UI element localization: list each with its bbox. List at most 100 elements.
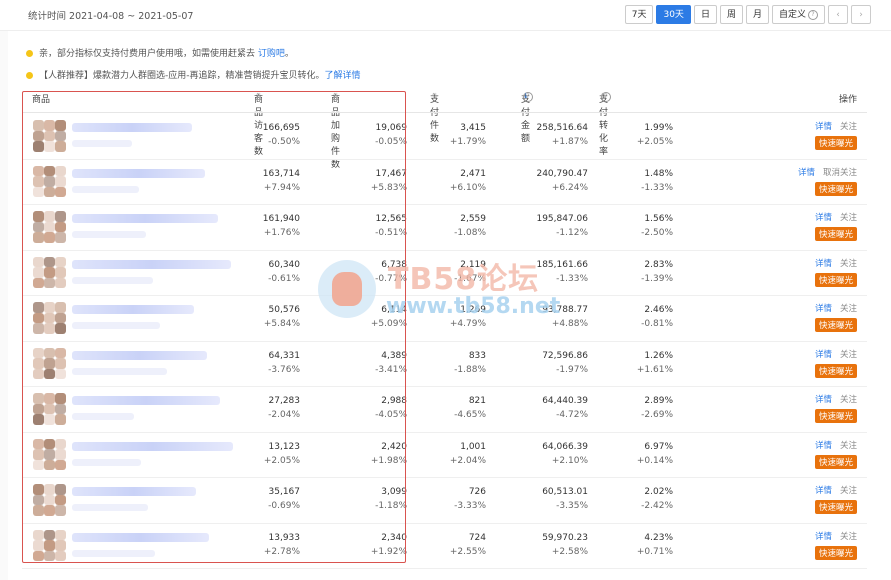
fast-exposure-button[interactable]: 快速曝光 bbox=[814, 454, 857, 469]
carts-cell-change: -4.05% bbox=[375, 410, 407, 420]
product-title-blurred[interactable] bbox=[72, 532, 209, 542]
range-custom-button[interactable]: 自定义? bbox=[771, 5, 825, 24]
fast-exposure-button[interactable]: 快速曝光 bbox=[814, 363, 857, 378]
carts-cell: 3,099 -1.18% bbox=[375, 487, 407, 511]
fast-exposure-button[interactable]: 快速曝光 bbox=[814, 318, 857, 332]
product-title-blurred[interactable] bbox=[72, 214, 218, 223]
next-arrow-icon[interactable]: › bbox=[851, 5, 871, 24]
notice-crowd: 【人群推荐】爆款潜力人群圈选-应用-再追踪，精准营销提升宝贝转化。了解详情 bbox=[26, 68, 361, 81]
product-thumbnail[interactable] bbox=[33, 438, 67, 471]
follow-link[interactable]: 关注 bbox=[840, 350, 857, 360]
product-thumbnail[interactable] bbox=[33, 211, 67, 243]
carts-cell-value: 2,420 bbox=[381, 441, 407, 452]
fast-exposure-button[interactable]: 快速曝光 bbox=[814, 272, 857, 287]
follow-link[interactable]: 取消关注 bbox=[823, 168, 857, 178]
product-thumbnail[interactable] bbox=[33, 529, 67, 562]
sort-icon: ⇅ bbox=[333, 92, 339, 100]
pay-amount-cell: 240,790.47 +6.24% bbox=[536, 169, 588, 193]
conv-cell: 4.23% +0.71% bbox=[637, 533, 673, 557]
product-thumbnail[interactable] bbox=[33, 165, 67, 198]
learn-more-link[interactable]: 了解详情 bbox=[325, 71, 361, 81]
notice-dot-icon bbox=[26, 72, 33, 79]
range-day-button[interactable]: 日 bbox=[693, 5, 717, 24]
product-title-blurred[interactable] bbox=[72, 350, 207, 360]
product-title-blurred[interactable] bbox=[72, 168, 205, 178]
range-week-button[interactable]: 周 bbox=[719, 5, 743, 24]
pay-items-cell-value: 2,119 bbox=[460, 259, 486, 270]
product-thumbnail[interactable] bbox=[33, 484, 67, 516]
product-thumbnail[interactable] bbox=[33, 120, 67, 152]
product-thumbnail[interactable] bbox=[33, 393, 67, 425]
pay-amount-cell-value: 185,161.66 bbox=[536, 259, 588, 270]
product-subtitle-blurred bbox=[72, 504, 148, 511]
table-row: 27,283 -2.04% 2,988 -4.05% 821 -4.65% 64,440.3… bbox=[22, 386, 867, 433]
follow-link[interactable]: 关注 bbox=[840, 304, 857, 314]
conv-cell-value: 1.56% bbox=[644, 214, 673, 224]
carts-cell: 2,420 +1.98% bbox=[371, 442, 407, 466]
conv-cell-change: +2.05% bbox=[636, 137, 673, 147]
pay-items-cell: 1,001 +2.04% bbox=[450, 442, 486, 466]
row-actions: 详情 关注快速曝光 bbox=[815, 348, 857, 378]
product-title-blurred[interactable] bbox=[72, 441, 233, 451]
table-row: 60,340 -0.61% 6,738 -0.77% 2,119 -1.67% 185,16… bbox=[22, 250, 867, 296]
prev-arrow-icon[interactable]: ‹ bbox=[828, 5, 848, 24]
row-actions: 详情 取消关注快速曝光 bbox=[798, 166, 857, 196]
follow-link[interactable]: 关注 bbox=[840, 486, 857, 496]
range-30d-button[interactable]: 30天 bbox=[656, 5, 691, 24]
pay-items-cell: 2,119 -1.67% bbox=[454, 260, 486, 284]
conv-cell-change: -2.50% bbox=[641, 228, 673, 238]
detail-link[interactable]: 详情 bbox=[815, 395, 832, 405]
detail-link[interactable]: 详情 bbox=[815, 486, 832, 496]
carts-cell-change: +5.83% bbox=[370, 182, 407, 193]
follow-link[interactable]: 关注 bbox=[840, 532, 857, 542]
notice-paid-after: 。 bbox=[284, 49, 294, 59]
conv-cell-change: -1.33% bbox=[641, 182, 673, 193]
detail-link[interactable]: 详情 bbox=[815, 532, 832, 542]
product-title-blurred[interactable] bbox=[72, 487, 196, 496]
product-title-blurred[interactable] bbox=[72, 123, 192, 132]
carts-cell-change: +1.98% bbox=[370, 455, 407, 466]
subscribe-link[interactable]: 订购吧 bbox=[258, 49, 285, 59]
detail-link[interactable]: 详情 bbox=[815, 441, 832, 451]
visitors-cell-value: 60,340 bbox=[268, 259, 301, 270]
range-month-button[interactable]: 月 bbox=[745, 5, 769, 24]
follow-link[interactable]: 关注 bbox=[840, 259, 857, 269]
product-subtitle-blurred bbox=[72, 458, 141, 466]
pay-amount-cell: 64,066.39 +2.10% bbox=[542, 442, 588, 466]
pay-amount-cell: 64,440.39 -4.72% bbox=[542, 396, 588, 420]
pay-amount-cell: 72,596.86 -1.97% bbox=[542, 351, 588, 375]
product-title-blurred[interactable] bbox=[72, 396, 220, 405]
fast-exposure-button[interactable]: 快速曝光 bbox=[814, 545, 857, 560]
follow-link[interactable]: 关注 bbox=[840, 122, 857, 132]
fast-exposure-button[interactable]: 快速曝光 bbox=[814, 136, 857, 150]
follow-link[interactable]: 关注 bbox=[840, 213, 857, 223]
carts-cell: 6,738 -0.77% bbox=[375, 260, 407, 284]
fast-exposure-button[interactable]: 快速曝光 bbox=[814, 227, 857, 241]
product-thumbnail[interactable] bbox=[33, 302, 67, 334]
follow-link[interactable]: 关注 bbox=[840, 441, 857, 451]
fast-exposure-button[interactable]: 快速曝光 bbox=[814, 181, 857, 196]
product-title-blurred[interactable] bbox=[72, 305, 194, 314]
pay-items-cell-value: 2,559 bbox=[460, 214, 486, 224]
detail-link[interactable]: 详情 bbox=[815, 304, 832, 314]
fast-exposure-button[interactable]: 快速曝光 bbox=[814, 500, 857, 514]
product-subtitle-blurred bbox=[72, 276, 153, 284]
detail-link[interactable]: 详情 bbox=[815, 350, 832, 360]
product-thumbnail[interactable] bbox=[33, 347, 67, 380]
pay-amount-cell-value: 93,788.77 bbox=[542, 305, 588, 315]
conv-cell-value: 1.48% bbox=[644, 168, 673, 179]
follow-link[interactable]: 关注 bbox=[840, 395, 857, 405]
detail-link[interactable]: 详情 bbox=[815, 122, 832, 132]
detail-link[interactable]: 详情 bbox=[798, 168, 815, 178]
table-row: 50,576 +5.84% 6,114 +5.09% 1,269 +4.79% 93,788… bbox=[22, 295, 867, 342]
fast-exposure-button[interactable]: 快速曝光 bbox=[814, 409, 857, 423]
range-7d-button[interactable]: 7天 bbox=[624, 5, 654, 24]
pay-amount-cell-value: 258,516.64 bbox=[536, 123, 588, 133]
carts-cell-value: 4,389 bbox=[381, 350, 407, 361]
conv-cell-value: 2.02% bbox=[644, 487, 673, 497]
detail-link[interactable]: 详情 bbox=[815, 213, 832, 223]
product-thumbnail[interactable] bbox=[33, 256, 67, 289]
visitors-cell: 35,167 -0.69% bbox=[268, 487, 300, 511]
product-title-blurred[interactable] bbox=[72, 259, 231, 269]
detail-link[interactable]: 详情 bbox=[815, 259, 832, 269]
